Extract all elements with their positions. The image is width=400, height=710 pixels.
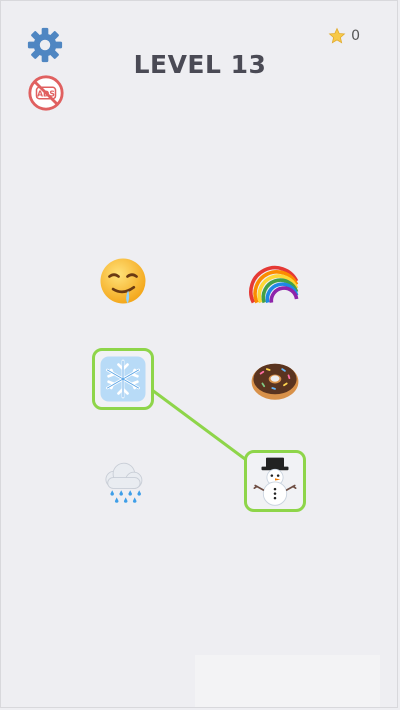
stars-count: 0 xyxy=(351,28,360,44)
bottom-banner-area xyxy=(195,655,380,707)
drooling-face-icon xyxy=(100,258,146,304)
snowflake-icon xyxy=(100,356,146,402)
cloud-with-rain-icon xyxy=(105,462,143,503)
rainbow-icon xyxy=(249,265,299,304)
tile-drooling-face[interactable] xyxy=(92,250,154,312)
stars-counter: 0 xyxy=(328,26,360,46)
tile-snowflake[interactable] xyxy=(92,348,154,410)
snowman-icon xyxy=(253,457,297,506)
tile-doughnut[interactable] xyxy=(244,348,306,410)
level-title: LEVEL 13 xyxy=(133,50,267,79)
tile-snowman[interactable] xyxy=(244,450,306,512)
no-ads-icon[interactable]: ADS xyxy=(27,74,65,112)
doughnut-icon xyxy=(251,363,299,400)
tile-rainbow[interactable] xyxy=(244,250,306,312)
star-icon xyxy=(328,27,346,44)
tile-cloud-with-rain[interactable] xyxy=(92,452,154,514)
